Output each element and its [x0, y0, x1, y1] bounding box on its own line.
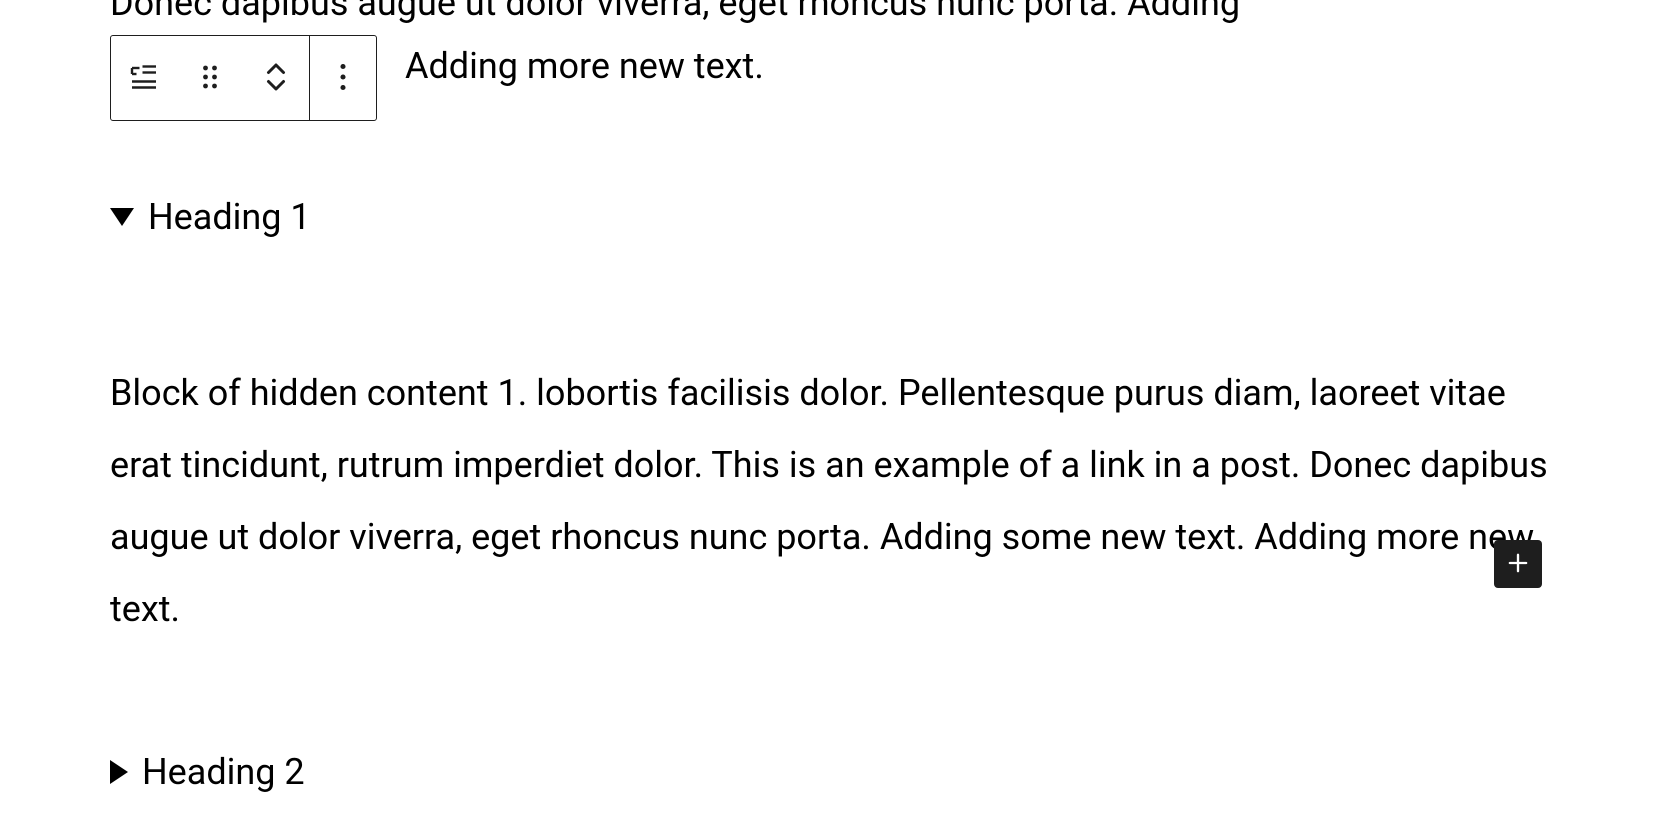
details-content-1[interactable]: Block of hidden content 1. lobortis faci… — [110, 357, 1552, 645]
more-options-button[interactable] — [310, 36, 376, 120]
move-up-down-icon — [258, 59, 294, 98]
block-toolbar — [110, 35, 377, 121]
toolbar-group-secondary — [310, 36, 376, 120]
details-block-1[interactable]: Heading 1 Block of hidden content 1. lob… — [110, 192, 1552, 645]
toolbar-group-primary — [111, 36, 310, 120]
block-type-button[interactable] — [111, 36, 177, 120]
details-summary-2-text[interactable]: Heading 2 — [142, 751, 305, 793]
triangle-right-icon — [110, 760, 128, 784]
drag-handle-icon — [192, 59, 228, 98]
plus-icon — [1504, 549, 1532, 580]
details-block-2[interactable]: Heading 2 — [110, 747, 1552, 797]
triangle-down-icon — [110, 208, 134, 226]
more-options-icon — [325, 59, 361, 98]
details-summary-2[interactable]: Heading 2 — [110, 747, 1552, 797]
details-summary-1-text[interactable]: Heading 1 — [148, 196, 311, 238]
paragraph-partial-top[interactable]: Donec dapibus augue ut dolor viverra, eg… — [110, 0, 1552, 27]
add-block-button[interactable] — [1494, 540, 1542, 588]
paragraph-trailing[interactable]: Adding more new text. — [405, 45, 764, 87]
details-block-icon — [126, 59, 162, 98]
details-summary-1[interactable]: Heading 1 — [110, 192, 1552, 242]
drag-handle-button[interactable] — [177, 36, 243, 120]
move-up-down-button[interactable] — [243, 36, 309, 120]
